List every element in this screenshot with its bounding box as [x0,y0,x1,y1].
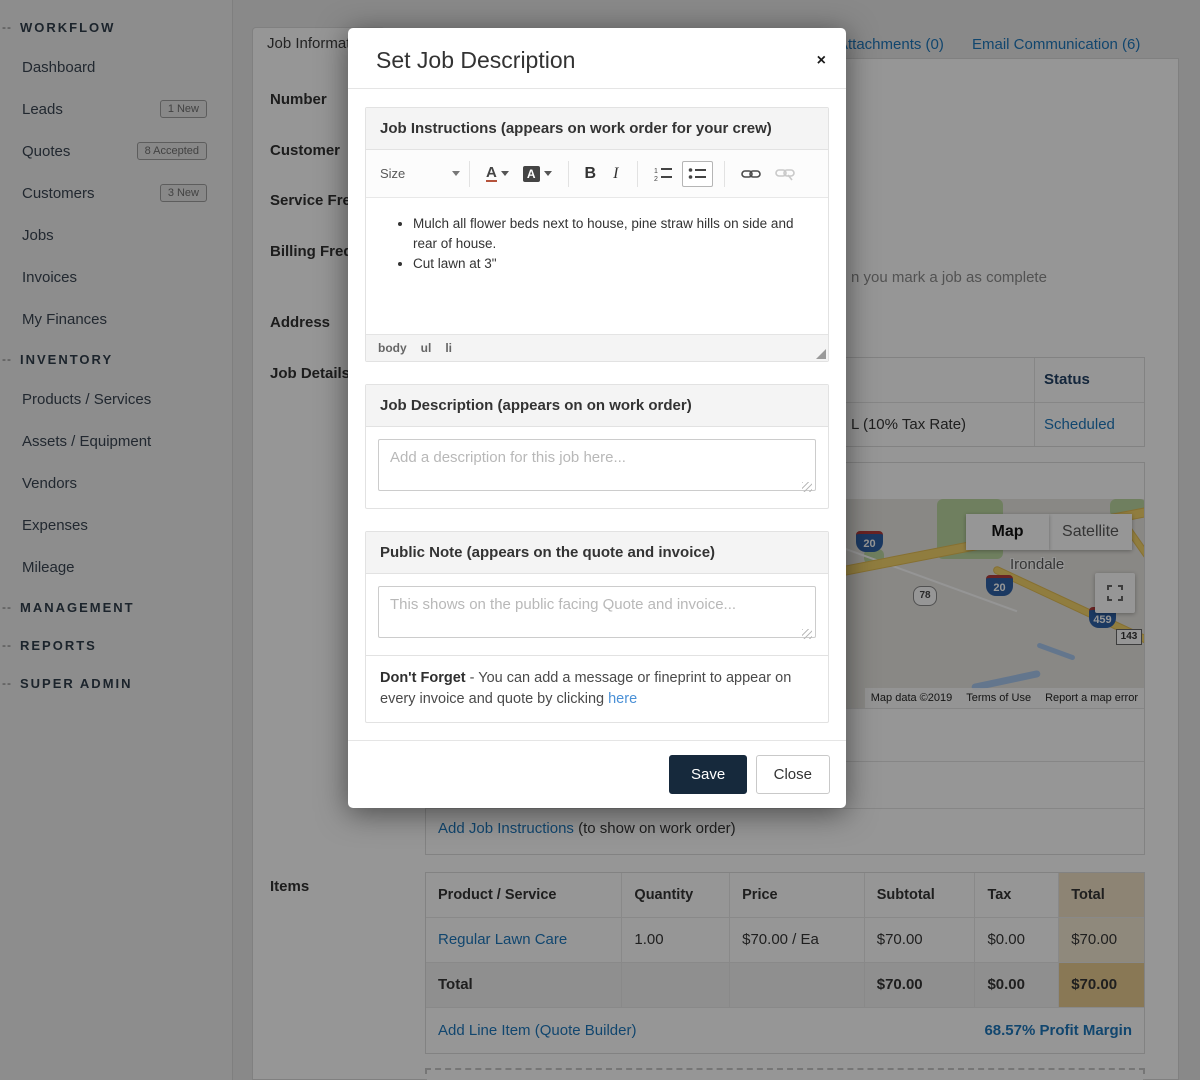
set-job-description-modal: Set Job Description × Job Instructions (… [348,28,846,808]
instruction-bullet: Mulch all flower beds next to house, pin… [413,214,805,254]
rich-text-toolbar: Size A A B [366,150,828,198]
textarea-resize-handle[interactable] [802,629,812,639]
job-description-body [366,427,828,508]
svg-text:2: 2 [654,176,658,182]
public-note-body [366,574,828,655]
job-instructions-header: Job Instructions (appears on work order … [366,108,828,150]
dont-forget-label: Don't Forget [380,670,466,686]
close-button[interactable]: Close [756,755,830,794]
link-icon [741,168,761,180]
path-li[interactable]: li [445,341,452,355]
dont-forget-note: Don't Forget - You can add a message or … [366,655,828,722]
toolbar-divider [724,161,725,187]
italic-button[interactable]: I [605,161,626,187]
public-note-input[interactable] [378,586,816,638]
bullet-list-icon [688,166,707,182]
modal-footer: Save Close [348,740,846,809]
chevron-down-icon [544,171,552,176]
bold-icon: B [585,165,597,183]
textarea-resize-handle[interactable] [802,482,812,492]
chevron-down-icon [501,171,509,176]
modal-header: Set Job Description × [348,28,846,89]
insert-link-button[interactable] [736,164,766,184]
numbered-list-button[interactable]: 1 2 [649,162,678,186]
public-note-panel: Public Note (appears on the quote and in… [365,531,829,723]
toolbar-divider [637,161,638,187]
svg-text:1: 1 [654,168,658,175]
job-instructions-panel: Job Instructions (appears on work order … [365,107,829,362]
remove-link-button[interactable] [770,163,800,185]
close-icon[interactable]: × [817,54,826,68]
italic-icon: I [610,165,621,183]
save-button[interactable]: Save [669,755,747,794]
font-size-label: Size [380,166,405,181]
invoice-settings-link[interactable]: here [608,691,637,707]
toolbar-divider [469,161,470,187]
instruction-bullet: Cut lawn at 3" [413,254,805,274]
chevron-down-icon [452,171,460,176]
job-instructions-editor[interactable]: Mulch all flower beds next to house, pin… [366,198,828,334]
font-color-button[interactable]: A [481,161,514,186]
job-description-input[interactable] [378,439,816,491]
toolbar-divider [568,161,569,187]
job-description-panel: Job Description (appears on on work orde… [365,384,829,509]
public-note-header: Public Note (appears on the quote and in… [366,532,828,574]
bold-button[interactable]: B [580,161,602,187]
editor-resize-handle[interactable] [816,349,826,359]
background-color-icon: A [523,166,540,182]
modal-body: Job Instructions (appears on work order … [348,89,846,723]
unlink-icon [775,167,795,181]
editor-element-path: body ul li [366,334,828,361]
numbered-list-icon: 1 2 [654,166,673,182]
job-description-header: Job Description (appears on on work orde… [366,385,828,427]
path-body[interactable]: body [378,341,407,355]
bullet-list-button[interactable] [682,161,713,187]
font-color-icon: A [486,165,497,182]
background-color-button[interactable]: A [518,162,557,186]
page: -- WORKFLOW Dashboard Leads 1 New Quotes… [0,0,1200,1080]
modal-title: Set Job Description [376,47,826,74]
path-ul[interactable]: ul [421,341,432,355]
font-size-dropdown[interactable]: Size [380,166,460,181]
